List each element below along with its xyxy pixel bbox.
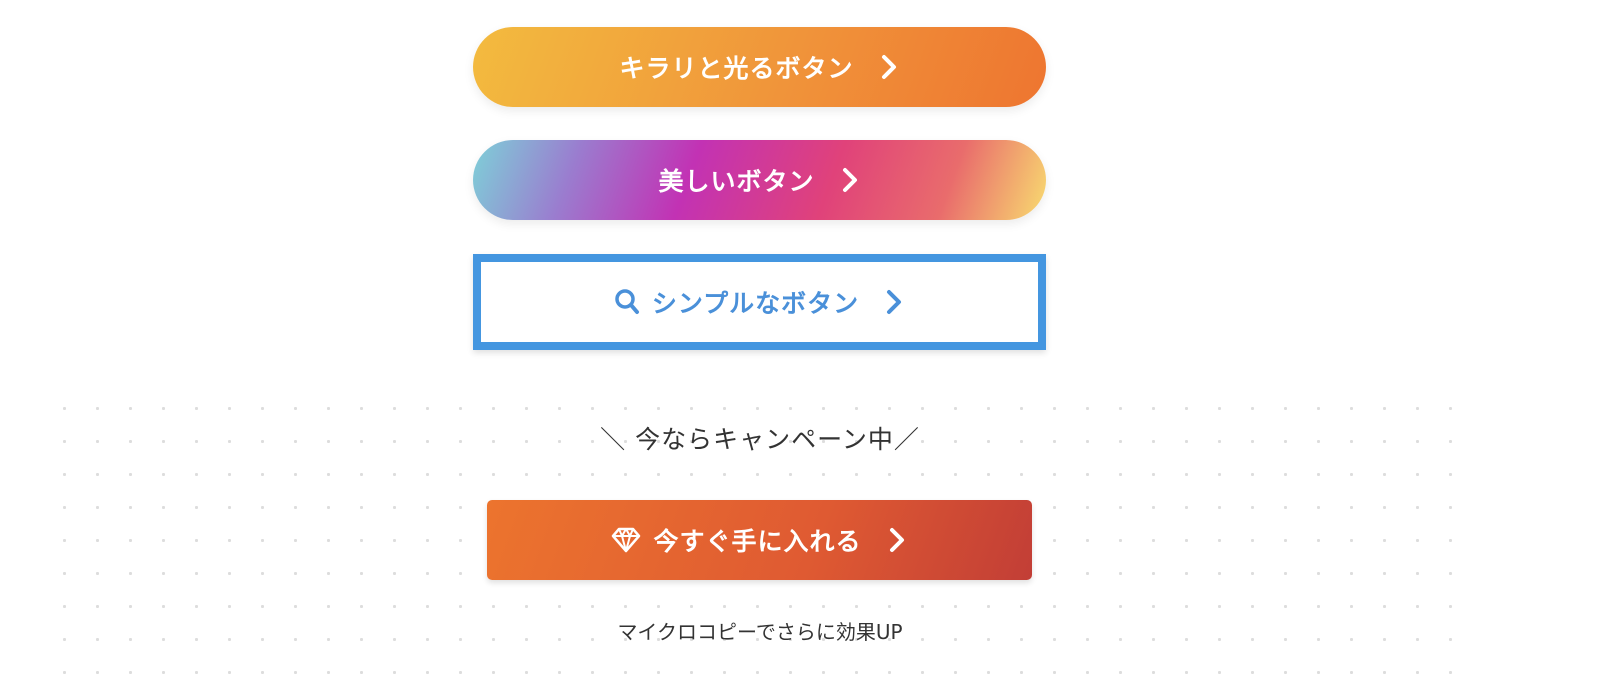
beautiful-button[interactable]: 美しいボタン	[473, 140, 1046, 220]
kirari-button[interactable]: キラリと光るボタン	[473, 27, 1046, 107]
campaign-banner: ＼ 今ならキャンペーン中／	[600, 425, 920, 454]
beautiful-button-label: 美しいボタン	[658, 167, 815, 196]
chevron-right-icon	[881, 55, 896, 79]
microcopy-text: マイクロコピーでさらに効果UP	[617, 620, 903, 644]
gem-icon	[612, 527, 641, 553]
get-now-button-label: 今すぐ手に入れる	[653, 527, 862, 556]
chevron-right-icon	[887, 290, 902, 314]
chevron-right-icon	[889, 528, 904, 552]
kirari-button-label: キラリと光るボタン	[619, 54, 854, 83]
get-now-button[interactable]: 今すぐ手に入れる	[487, 500, 1032, 580]
simple-button[interactable]: シンプルなボタン	[473, 254, 1046, 350]
chevron-right-icon	[842, 168, 857, 192]
search-icon	[615, 289, 639, 314]
simple-button-label: シンプルなボタン	[651, 289, 860, 318]
page: キラリと光るボタン 美しいボタン シンプルなボタン ＼ 今ならキャンペーン中／ …	[0, 0, 1600, 699]
